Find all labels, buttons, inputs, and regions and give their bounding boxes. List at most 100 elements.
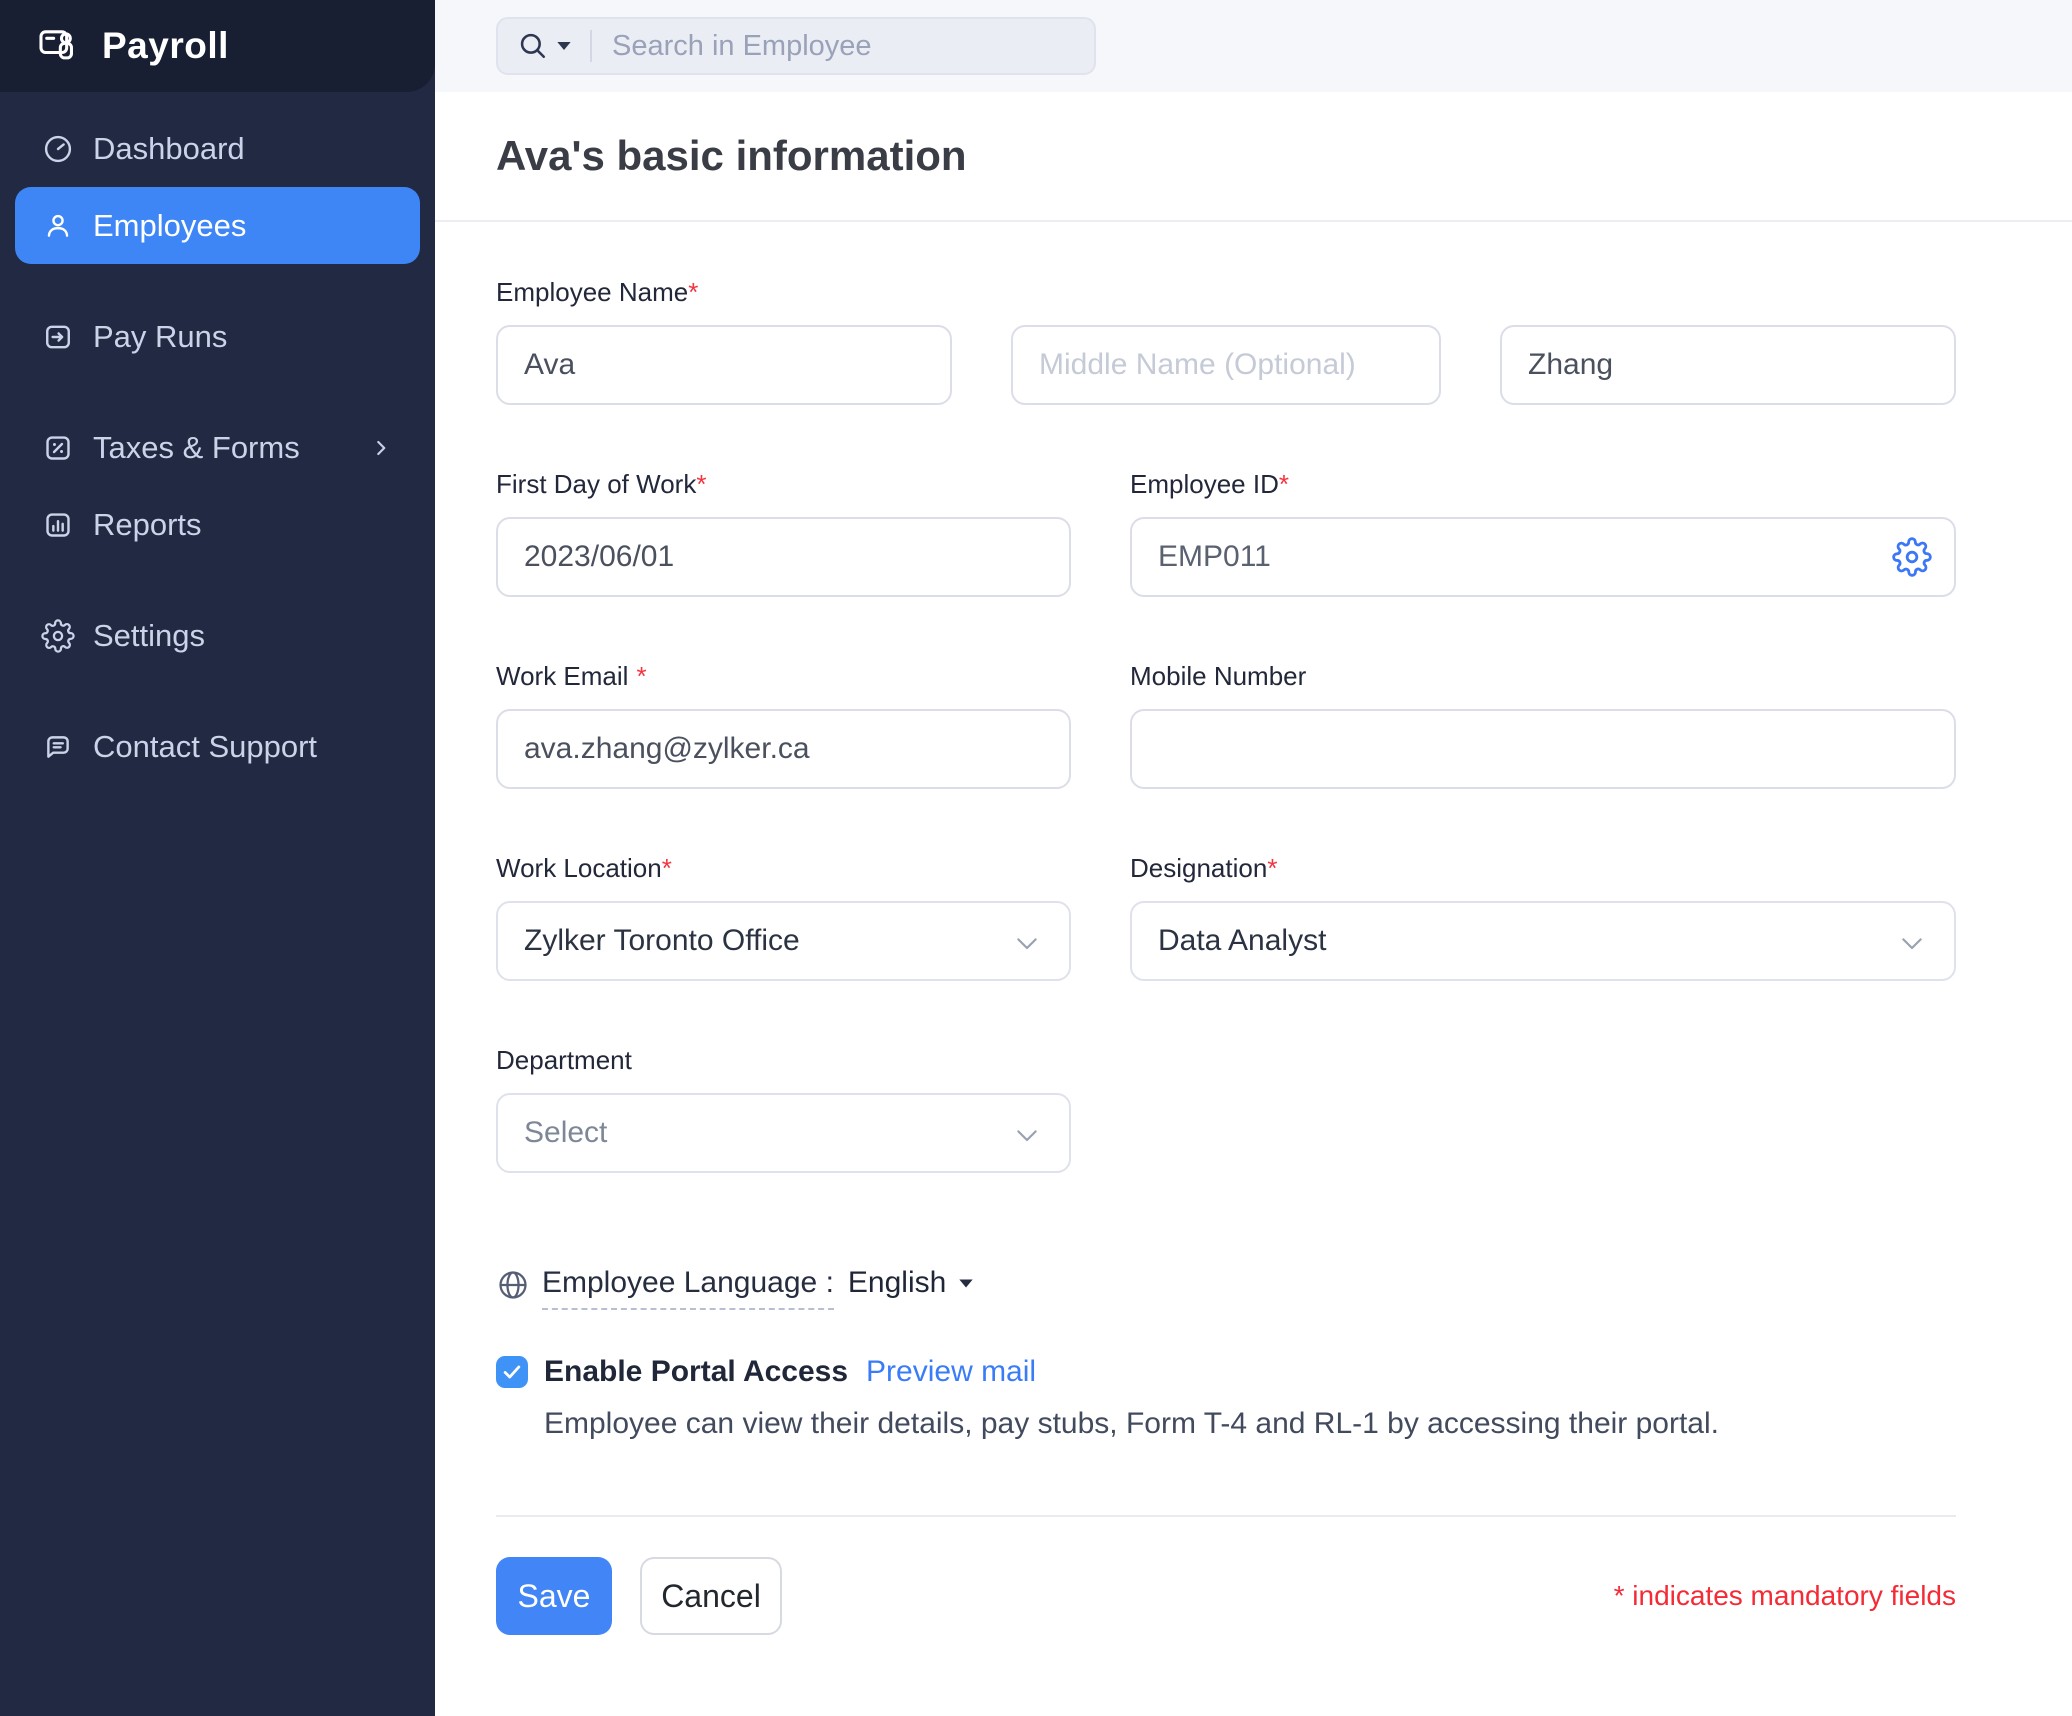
required-marker: * xyxy=(1267,853,1277,883)
first-day-of-work-input[interactable] xyxy=(496,517,1071,597)
work-email-group: Work Email * xyxy=(496,659,1071,789)
sidebar-item-label: Pay Runs xyxy=(93,319,227,355)
globe-icon xyxy=(496,1268,530,1302)
gear-icon[interactable] xyxy=(1892,537,1932,577)
employee-id-label: Employee ID xyxy=(1130,469,1279,499)
required-marker: * xyxy=(696,469,706,499)
sidebar-item-dashboard[interactable]: Dashboard xyxy=(15,110,420,187)
mobile-number-label: Mobile Number xyxy=(1130,659,1956,693)
main-area: Ava's basic information Employee Name* F… xyxy=(435,0,2072,1716)
sidebar-item-contact-support[interactable]: Contact Support xyxy=(15,708,420,785)
page-title: Ava's basic information xyxy=(496,132,967,180)
chevron-down-icon xyxy=(1011,928,1043,960)
employee-language-value: English xyxy=(848,1266,946,1300)
chevron-down-icon xyxy=(1011,1120,1043,1152)
employees-icon xyxy=(41,209,75,243)
sidebar-nav: Dashboard Employees xyxy=(0,92,435,1716)
check-icon xyxy=(501,1361,523,1383)
employee-language-label[interactable]: Employee Language : xyxy=(542,1266,834,1310)
employee-language-row: Employee Language : English xyxy=(496,1266,1956,1310)
field-label: Employee Name* xyxy=(496,275,1956,309)
first-day-of-work-label: First Day of Work xyxy=(496,469,696,499)
designation-group: Designation* Data Analyst xyxy=(1130,851,1956,981)
field-label: Work Email * xyxy=(496,659,1071,693)
field-label: Designation* xyxy=(1130,851,1956,885)
caret-down-icon[interactable] xyxy=(556,40,572,52)
taxes-forms-icon xyxy=(41,431,75,465)
designation-value: Data Analyst xyxy=(1158,924,1326,958)
footer-divider xyxy=(496,1515,1956,1517)
mandatory-fields-note: * indicates mandatory fields xyxy=(1614,1580,1956,1612)
required-marker: * xyxy=(662,853,672,883)
work-location-label: Work Location xyxy=(496,853,662,883)
field-label: Employee ID* xyxy=(1130,467,1956,501)
designation-select[interactable]: Data Analyst xyxy=(1130,901,1956,981)
sidebar-item-reports[interactable]: Reports xyxy=(15,486,420,563)
sidebar-item-taxes-forms[interactable]: Taxes & Forms xyxy=(15,409,420,486)
required-marker: * xyxy=(1279,469,1289,499)
work-location-value: Zylker Toronto Office xyxy=(524,924,800,958)
mobile-number-input[interactable] xyxy=(1130,709,1956,789)
mobile-number-group: Mobile Number xyxy=(1130,659,1956,789)
employee-language-select[interactable]: English xyxy=(848,1266,974,1300)
search-icon xyxy=(516,29,550,63)
work-email-label: Work Email xyxy=(496,661,628,691)
language-separator: : xyxy=(826,1266,834,1299)
save-button[interactable]: Save xyxy=(496,1557,612,1635)
employee-name-group: Employee Name* xyxy=(496,275,1956,405)
designation-label: Designation xyxy=(1130,853,1267,883)
employee-id-group: Employee ID* xyxy=(1130,467,1956,597)
sidebar-item-settings[interactable]: Settings xyxy=(15,597,420,674)
caret-down-icon xyxy=(958,1278,974,1289)
department-label: Department xyxy=(496,1043,1071,1077)
work-location-select[interactable]: Zylker Toronto Office xyxy=(496,901,1071,981)
chevron-down-icon xyxy=(1896,928,1928,960)
search-box[interactable] xyxy=(496,17,1096,75)
app-logo[interactable]: Payroll xyxy=(0,0,435,92)
page-header: Ava's basic information xyxy=(435,92,2072,222)
required-marker: * xyxy=(688,277,698,307)
content: Ava's basic information Employee Name* F… xyxy=(435,92,2072,1716)
app-title: Payroll xyxy=(102,25,229,67)
sidebar-item-label: Employees xyxy=(93,208,246,244)
sidebar-item-label: Contact Support xyxy=(93,729,317,765)
search-divider xyxy=(590,30,592,62)
employee-id-input[interactable] xyxy=(1130,517,1956,597)
sidebar-item-pay-runs[interactable]: Pay Runs xyxy=(15,298,420,375)
topbar xyxy=(435,0,2072,92)
employee-name-label: Employee Name xyxy=(496,277,688,307)
department-placeholder: Select xyxy=(524,1116,607,1150)
field-label: Work Location* xyxy=(496,851,1071,885)
search-input[interactable] xyxy=(612,30,1076,63)
sidebar-item-label: Taxes & Forms xyxy=(93,430,300,466)
basic-information-form: Employee Name* First Day of Work* Employ… xyxy=(435,222,2072,1635)
first-day-of-work-group: First Day of Work* xyxy=(496,467,1071,597)
sidebar-item-employees[interactable]: Employees xyxy=(15,187,420,264)
middle-name-input[interactable] xyxy=(1011,325,1441,405)
portal-access-checkbox[interactable] xyxy=(496,1356,528,1388)
first-name-input[interactable] xyxy=(496,325,952,405)
required-marker: * xyxy=(636,661,646,691)
department-select[interactable]: Select xyxy=(496,1093,1071,1173)
field-label: First Day of Work* xyxy=(496,467,1071,501)
dashboard-icon xyxy=(41,132,75,166)
preview-mail-link[interactable]: Preview mail xyxy=(866,1355,1036,1389)
app-root: Payroll Dashboard E xyxy=(0,0,2072,1716)
sidebar-item-label: Dashboard xyxy=(93,131,245,167)
cancel-button[interactable]: Cancel xyxy=(640,1557,782,1635)
sidebar-item-label: Settings xyxy=(93,618,205,654)
portal-access-row: Enable Portal Access Preview mail xyxy=(496,1355,1956,1389)
settings-icon xyxy=(41,619,75,653)
payroll-logo-icon xyxy=(36,23,82,69)
contact-support-icon xyxy=(41,730,75,764)
department-group: Department Select xyxy=(496,1043,1071,1173)
work-email-input[interactable] xyxy=(496,709,1071,789)
portal-access-label: Enable Portal Access xyxy=(544,1355,848,1389)
last-name-input[interactable] xyxy=(1500,325,1956,405)
reports-icon xyxy=(41,508,75,542)
sidebar: Payroll Dashboard E xyxy=(0,0,435,1716)
chevron-right-icon xyxy=(368,435,394,461)
form-actions: Save Cancel * indicates mandatory fields xyxy=(496,1557,1956,1635)
employee-language-text: Employee Language xyxy=(542,1266,817,1299)
pay-runs-icon xyxy=(41,320,75,354)
